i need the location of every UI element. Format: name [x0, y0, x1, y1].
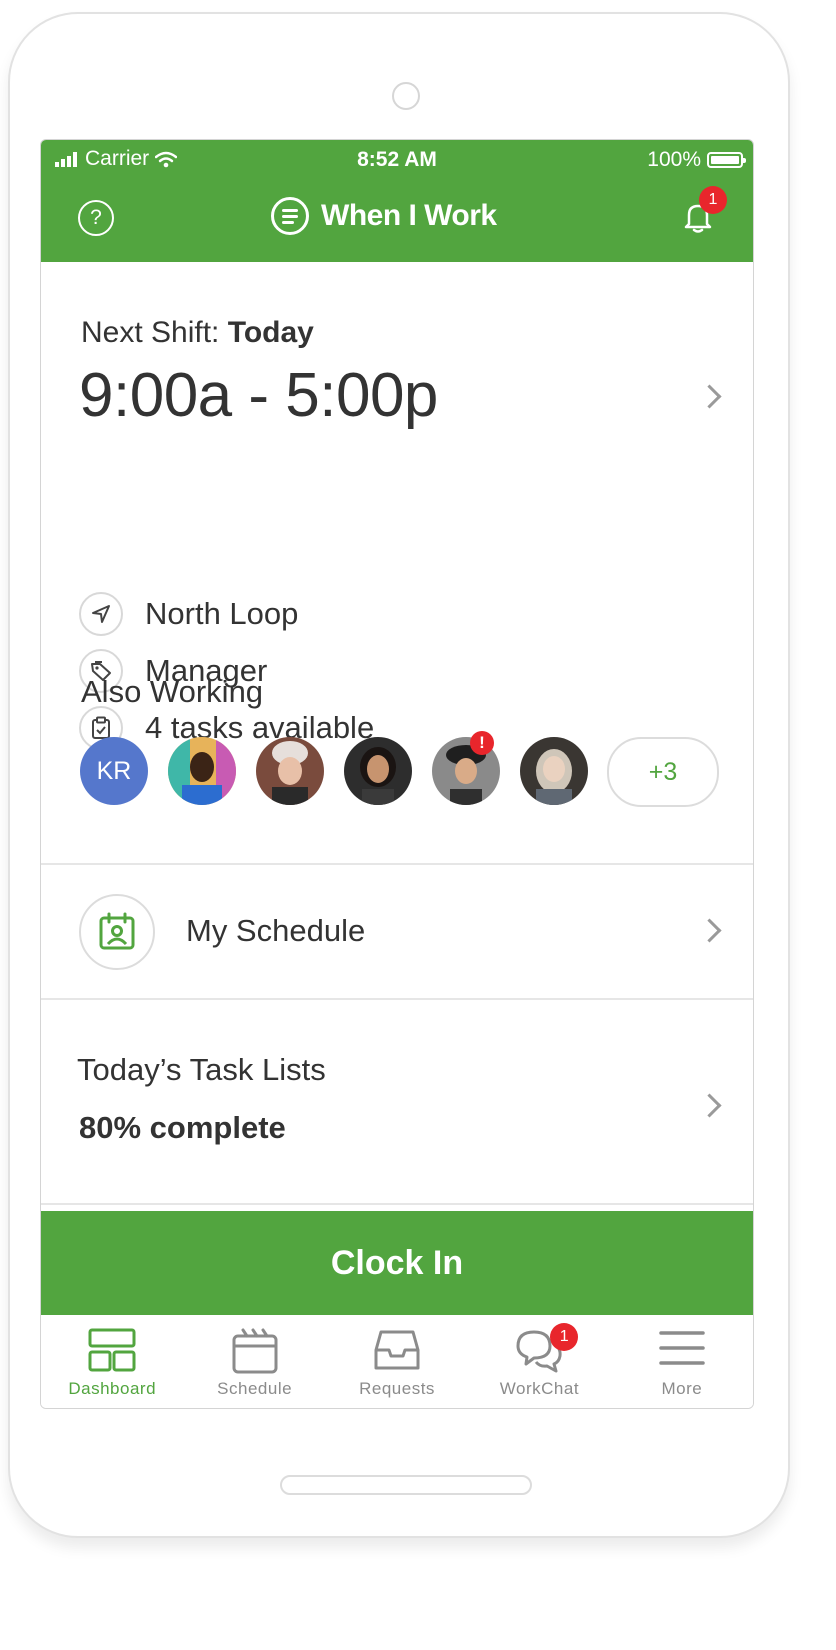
avatar[interactable] [520, 737, 588, 805]
shift-location-row: North Loop [79, 592, 298, 636]
tab-more[interactable]: More [611, 1315, 753, 1408]
avatar-initials: KR [96, 757, 132, 785]
next-shift-day: Today [227, 316, 314, 349]
shift-location: North Loop [145, 596, 299, 631]
divider [41, 1203, 753, 1205]
avatar-photo [168, 737, 236, 805]
avatar[interactable] [344, 737, 412, 805]
avatar-kr[interactable]: KR [80, 737, 148, 805]
front-camera [392, 82, 420, 110]
help-icon: ? [90, 206, 102, 229]
more-coworkers-button[interactable]: +3 [607, 737, 719, 807]
battery-icon [707, 152, 746, 168]
bottom-tab-bar: Dashboard Schedule Requests 1 WorkChat M… [41, 1315, 753, 1408]
workchat-badge: 1 [550, 1323, 579, 1351]
logo-text: When I Work [321, 199, 497, 232]
tab-label: Dashboard [68, 1379, 157, 1398]
battery-percent: 100% [647, 148, 701, 171]
task-lists-progress: 80% complete [79, 1110, 286, 1145]
notifications-button[interactable]: 1 [681, 186, 727, 236]
app-logo: When I Work [271, 197, 497, 235]
status-bar: Carrier 8:52 AM 100% [41, 140, 753, 180]
status-bar-right: 100% [647, 148, 746, 172]
app-header: ? When I Work 1 [41, 180, 753, 262]
next-shift-label: Next Shift: Today [81, 316, 314, 350]
tab-schedule[interactable]: Schedule [183, 1315, 325, 1408]
tab-label: WorkChat [499, 1379, 580, 1398]
my-schedule-label: My Schedule [186, 913, 366, 948]
logo-icon [271, 197, 309, 235]
status-time: 8:52 AM [357, 148, 437, 171]
dashboard-icon [88, 1328, 136, 1372]
next-shift-card[interactable]: Next Shift: Today 9:00a - 5:00p North Lo… [41, 262, 753, 863]
also-working-label: Also Working [81, 674, 264, 709]
tab-label: Schedule [217, 1379, 293, 1398]
home-indicator [280, 1475, 532, 1495]
task-lists-row[interactable]: Today’s Task Lists 80% complete [41, 1000, 753, 1203]
avatar-photo [344, 737, 412, 805]
location-arrow-icon [79, 592, 123, 636]
tab-requests[interactable]: Requests [326, 1315, 468, 1408]
chevron-right-icon[interactable] [697, 384, 722, 409]
next-shift-prefix: Next Shift: [81, 316, 228, 349]
notification-badge: 1 [699, 186, 727, 214]
shift-tasks: 4 tasks available [145, 710, 375, 745]
shift-time-range: 9:00a - 5:00p [79, 361, 438, 430]
avatar[interactable] [256, 737, 324, 805]
avatar-photo [256, 737, 324, 805]
avatar[interactable] [168, 737, 236, 805]
tab-workchat[interactable]: 1 WorkChat [468, 1315, 610, 1408]
help-button[interactable]: ? [78, 200, 114, 236]
alert-badge: ! [470, 731, 494, 755]
tab-label: More [661, 1379, 703, 1398]
avatar-photo [520, 737, 588, 805]
app-screen: Carrier 8:52 AM 100% ? When I Work 1 Nex… [40, 139, 754, 1409]
clock-in-button[interactable]: Clock In [41, 1211, 753, 1315]
chevron-right-icon [697, 918, 722, 943]
chevron-right-icon [697, 1093, 722, 1118]
my-schedule-row[interactable]: My Schedule [41, 865, 753, 998]
schedule-badge-icon [79, 894, 155, 970]
menu-icon [659, 1331, 705, 1365]
inbox-icon [374, 1330, 420, 1370]
schedule-icon [232, 1328, 278, 1374]
tab-dashboard[interactable]: Dashboard [41, 1315, 183, 1408]
task-lists-title: Today’s Task Lists [77, 1052, 326, 1087]
tab-label: Requests [359, 1379, 435, 1398]
